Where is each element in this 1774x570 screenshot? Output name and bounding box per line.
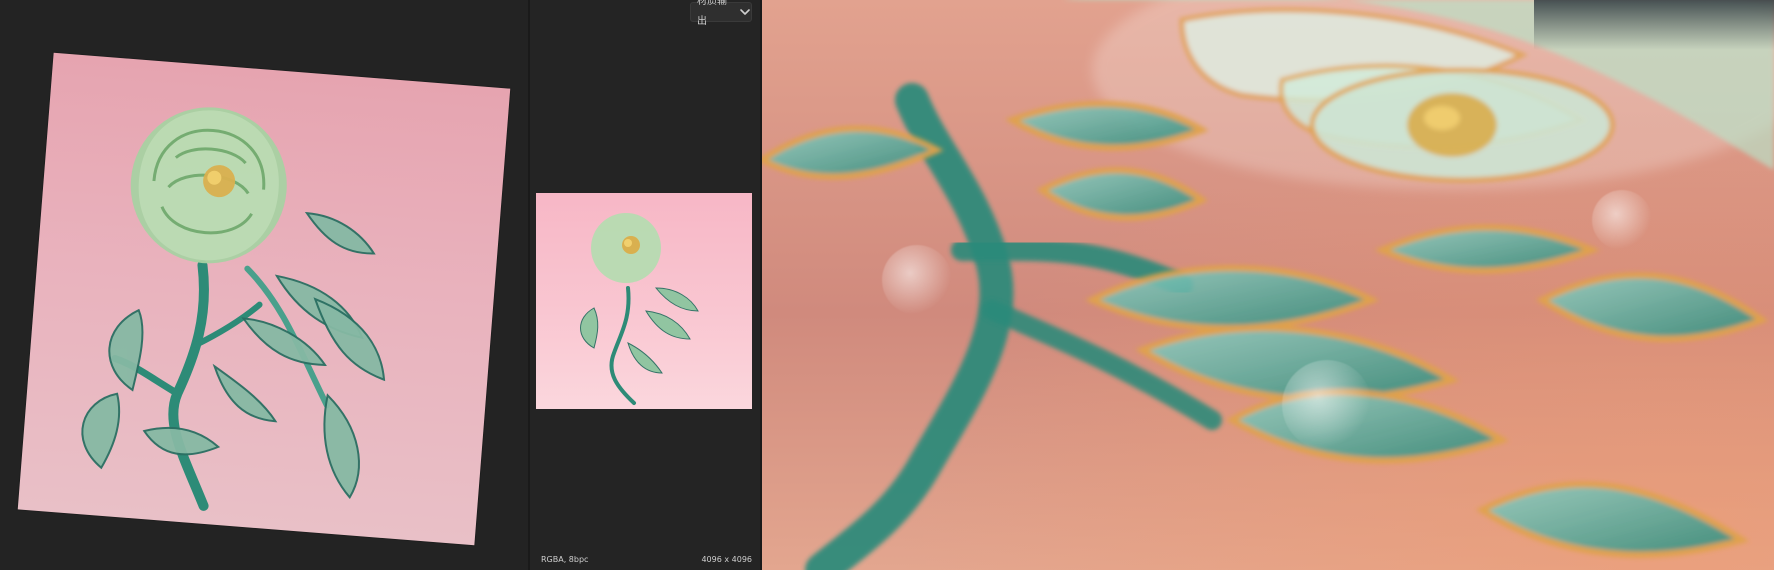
bokeh-highlight-3 (1592, 190, 1652, 250)
bokeh-highlight-1 (882, 245, 952, 315)
texture-format-label: RGBA, 8bpc (541, 555, 589, 564)
texture-panel: 材质输出 RGBA, 8bpc 4096 x 4096 (530, 0, 760, 570)
bokeh-highlight-2 (1282, 360, 1372, 450)
texture-thumbnail[interactable] (536, 193, 752, 409)
editor-window: 材质输出 RGBA, 8bpc 4096 x 4096 (0, 0, 1774, 570)
closeup-dark-corner (1534, 0, 1774, 50)
chevron-down-icon (739, 6, 751, 18)
texture-resolution-label: 4096 x 4096 (701, 555, 752, 564)
embroidery-preview-card (17, 52, 511, 546)
material-output-dropdown[interactable]: 材质输出 (690, 0, 752, 27)
embroidery-artwork (81, 107, 386, 511)
material-output-label: 材质输出 (697, 0, 727, 27)
thumbnail-artwork (580, 213, 699, 405)
render-closeup[interactable] (762, 0, 1774, 570)
viewport-3d-left[interactable] (0, 0, 528, 570)
